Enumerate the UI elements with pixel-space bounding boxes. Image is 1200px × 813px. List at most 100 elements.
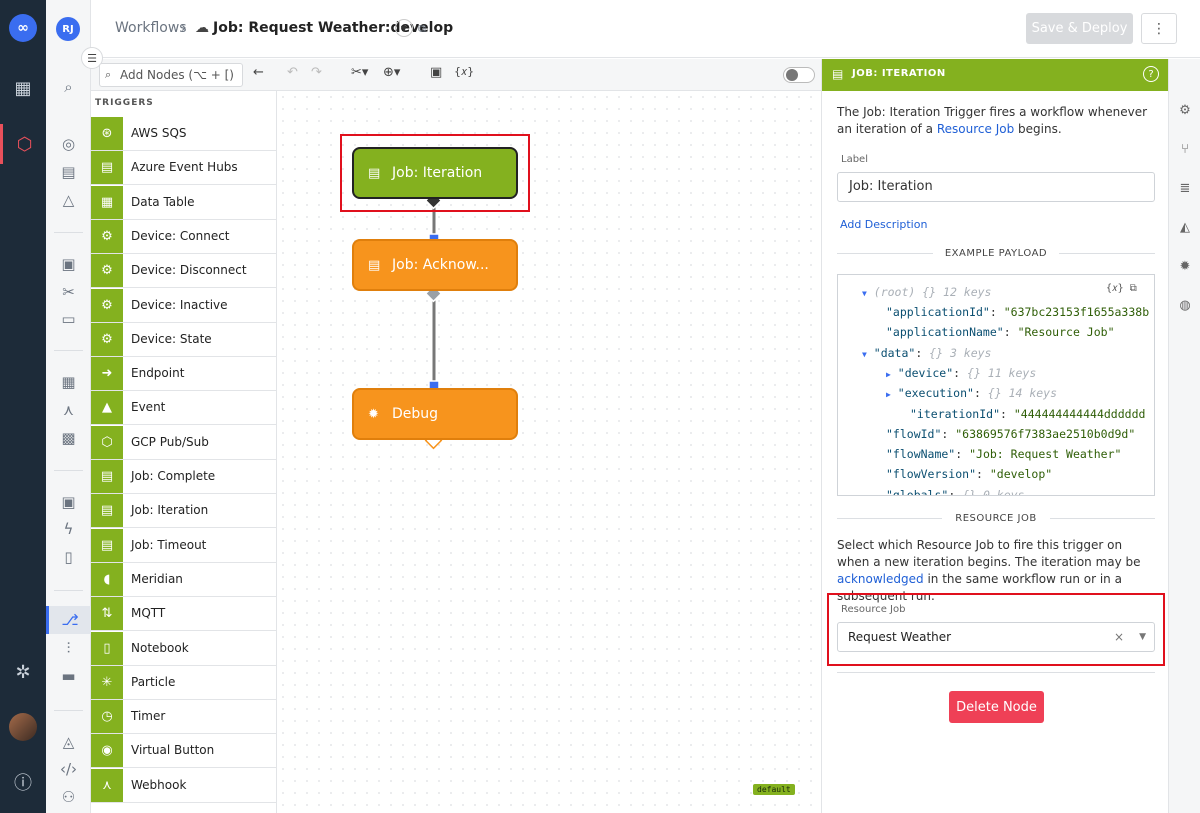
cut-icon[interactable]: ✂▾ bbox=[351, 65, 368, 80]
expand-triangle-icon[interactable]: ▶ bbox=[886, 390, 891, 399]
chart-icon[interactable]: ◭ bbox=[1169, 215, 1200, 239]
trigger-item[interactable]: ✳ Particle bbox=[91, 665, 277, 700]
version-dropdown-button[interactable]: ▼ bbox=[395, 19, 413, 37]
debug-toggle[interactable] bbox=[783, 67, 815, 83]
acknowledged-link[interactable]: acknowledged bbox=[837, 572, 924, 586]
notebook-icon[interactable]: ▯ bbox=[46, 543, 91, 571]
storage-icon[interactable]: ▬ bbox=[46, 662, 91, 690]
trigger-item[interactable]: ⚙ Device: Disconnect bbox=[91, 254, 277, 289]
experience-icon[interactable]: ϟ bbox=[46, 515, 91, 543]
trigger-item[interactable]: ➜ Endpoint bbox=[91, 357, 277, 392]
trigger-item[interactable]: ▤ Job: Complete bbox=[91, 460, 277, 494]
payload-title: EXAMPLE PAYLOAD bbox=[944, 248, 1048, 259]
trigger-item[interactable]: ▤ Azure Event Hubs bbox=[91, 151, 277, 186]
trigger-item[interactable]: ▦ Data Table bbox=[91, 185, 277, 220]
overview-icon[interactable]: ◎ bbox=[46, 130, 91, 158]
node-job-iteration[interactable]: ▤ Job: Iteration bbox=[352, 147, 518, 199]
trigger-item[interactable]: ⚙ Device: State bbox=[91, 322, 277, 357]
globe-icon[interactable]: ◍ bbox=[1169, 293, 1200, 317]
delete-node-button[interactable]: Delete Node bbox=[949, 691, 1044, 723]
search-icon[interactable]: ⌕ bbox=[46, 73, 91, 101]
add-comment-icon[interactable]: ▣ bbox=[430, 65, 442, 80]
payload-root: (root) bbox=[873, 285, 916, 299]
trigger-item[interactable]: ⊛ AWS SQS bbox=[91, 117, 277, 151]
zoom-icon[interactable]: ⊕▾ bbox=[383, 65, 400, 80]
triggers-heading: TRIGGERS bbox=[95, 98, 154, 108]
breadcrumb-workflows[interactable]: Workflows bbox=[115, 20, 187, 36]
example-payload-viewer[interactable]: ▼ (root) {} 12 keys {𝑥} ⧉ "applicationId… bbox=[837, 274, 1155, 496]
payload-key: "flowName" bbox=[886, 447, 956, 462]
expand-triangle-icon[interactable]: ▶ bbox=[886, 370, 891, 379]
payload-tools-icon[interactable]: {𝑥} ⧉ bbox=[1106, 283, 1137, 294]
credentials-icon[interactable]: ▭ bbox=[46, 305, 91, 333]
dashboard-icon[interactable]: ▦ bbox=[0, 68, 46, 108]
tools-icon[interactable]: ✂ bbox=[46, 278, 91, 306]
trigger-item[interactable]: ⋏ Webhook bbox=[91, 768, 277, 803]
trigger-item[interactable]: ▤ Job: Timeout bbox=[91, 528, 277, 563]
node-properties-panel: ▤ JOB: ITERATION ? The Job: Iteration Tr… bbox=[821, 59, 1169, 813]
team-icon[interactable]: ⚇ bbox=[46, 783, 91, 811]
variables-icon[interactable]: {𝑥} bbox=[454, 65, 474, 79]
bug-icon[interactable]: ✹ bbox=[1169, 254, 1200, 278]
app-avatar[interactable]: RJ bbox=[56, 17, 80, 41]
network-icon[interactable]: ✲ bbox=[0, 652, 46, 692]
branch-icon[interactable]: ⑂ bbox=[1169, 137, 1200, 161]
code-icon[interactable]: ‹/› bbox=[46, 755, 91, 783]
trigger-item[interactable]: ⇅ MQTT bbox=[91, 597, 277, 632]
payload-meta: {} 14 keys bbox=[987, 386, 1058, 401]
trigger-item[interactable]: ⚙ Device: Connect bbox=[91, 219, 277, 254]
grid-icon[interactable]: ▩ bbox=[46, 424, 91, 452]
add-nodes-search-input[interactable]: ⌕ Add Nodes (⌥ + [) bbox=[99, 63, 243, 87]
graph-icon[interactable]: ⋏ bbox=[46, 396, 91, 424]
collapse-triangle-icon[interactable]: ▼ bbox=[862, 350, 867, 359]
database-icon[interactable]: ≣ bbox=[1169, 176, 1200, 200]
trigger-item[interactable]: ▯ Notebook bbox=[91, 631, 277, 666]
chevron-down-icon[interactable]: ▼ bbox=[1139, 623, 1146, 651]
label-input[interactable]: Job: Iteration bbox=[837, 172, 1155, 202]
workflow-canvas[interactable]: ▤ Job: Iteration ▤ Job: Acknow... ✹ Debu… bbox=[277, 91, 821, 813]
user-avatar[interactable] bbox=[9, 713, 37, 741]
dashboard-icon[interactable]: ▣ bbox=[46, 488, 91, 516]
trigger-item[interactable]: ⚙ Device: Inactive bbox=[91, 288, 277, 323]
trigger-label: Job: Complete bbox=[131, 469, 216, 483]
gear-icon[interactable]: ⚙ bbox=[1169, 98, 1200, 122]
resource-job-select[interactable]: Request Weather × ▼ bbox=[837, 622, 1155, 652]
add-description-link[interactable]: Add Description bbox=[840, 218, 927, 231]
copy-icon[interactable]: ⧉ bbox=[418, 22, 426, 36]
collapse-triangle-icon[interactable]: ▼ bbox=[862, 289, 867, 298]
trigger-item[interactable]: ◷ Timer bbox=[91, 700, 277, 735]
bug-icon: ✹ bbox=[368, 407, 379, 422]
node-job-acknowledge[interactable]: ▤ Job: Acknow... bbox=[352, 239, 518, 291]
devices-icon[interactable]: ▤ bbox=[46, 158, 91, 186]
losant-logo[interactable]: ∞ bbox=[9, 14, 37, 42]
applications-icon[interactable]: ⬡ bbox=[0, 124, 46, 164]
trigger-label: Meridian bbox=[131, 571, 183, 586]
node-debug[interactable]: ✹ Debug bbox=[352, 388, 518, 440]
trigger-label: Timer bbox=[131, 709, 166, 724]
trigger-item[interactable]: ◖ Meridian bbox=[91, 562, 277, 597]
help-icon[interactable]: ? bbox=[1143, 66, 1159, 82]
workflows-icon[interactable]: ⎇ bbox=[46, 606, 91, 634]
trigger-icon: ⚙ bbox=[91, 254, 123, 288]
chip-icon[interactable]: ▣ bbox=[46, 250, 91, 278]
alert-icon[interactable]: △ bbox=[46, 186, 91, 214]
deploy-icon[interactable]: ◬ bbox=[46, 728, 91, 756]
trigger-item[interactable]: ◉ Virtual Button bbox=[91, 734, 277, 769]
settings-sliders-icon[interactable]: ⫶ bbox=[46, 634, 91, 662]
redo-icon[interactable]: ↷ bbox=[311, 65, 322, 80]
trigger-icon: ▤ bbox=[91, 494, 123, 528]
trigger-item[interactable]: ▲ Event bbox=[91, 391, 277, 426]
trigger-item[interactable]: ▤ Job: Iteration bbox=[91, 494, 277, 529]
path-badge: default bbox=[753, 784, 795, 795]
divider bbox=[54, 350, 83, 351]
data-table-icon[interactable]: ▦ bbox=[46, 368, 91, 396]
more-options-button[interactable]: ⋮ bbox=[1141, 13, 1177, 44]
help-icon[interactable]: ⓘ bbox=[0, 762, 46, 802]
undo-icon[interactable]: ↶ bbox=[287, 65, 298, 80]
clear-icon[interactable]: × bbox=[1114, 623, 1124, 651]
resource-job-link[interactable]: Resource Job bbox=[937, 122, 1014, 136]
collapse-arrow-icon[interactable]: ← bbox=[253, 65, 264, 80]
payload-key: "execution" bbox=[897, 386, 974, 401]
trigger-item[interactable]: ⬡ GCP Pub/Sub bbox=[91, 425, 277, 460]
save-deploy-button[interactable]: Save & Deploy bbox=[1026, 13, 1133, 44]
